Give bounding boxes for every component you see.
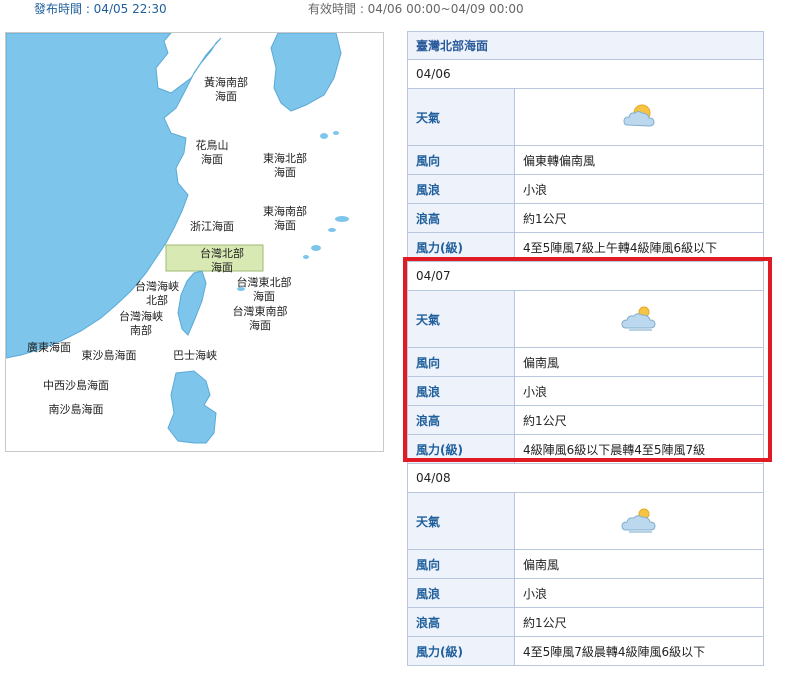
date-label: 04/07 bbox=[407, 261, 764, 291]
label-zhongxisha: 中西沙島海面 bbox=[43, 379, 109, 392]
label-taiwan-north: 台灣北部 海面 bbox=[200, 247, 244, 274]
wave-height-row: 浪高 約1公尺 bbox=[407, 203, 764, 233]
header-bar: 發布時間 : 04/05 22:30 有效時間 : 04/06 00:00~04… bbox=[0, 0, 793, 20]
publish-time: 發布時間 : 04/05 22:30 bbox=[34, 2, 167, 16]
label-taiwan-southeast: 台灣東南部 海面 bbox=[232, 305, 288, 332]
label-taiwan-strait-north: 台灣海峽 北部 bbox=[135, 280, 179, 307]
wind-dir-row: 風向 偏東轉偏南風 bbox=[407, 145, 764, 175]
wind-dir-label: 風向 bbox=[407, 145, 515, 175]
weather-label: 天氣 bbox=[407, 290, 515, 348]
region-title: 臺灣北部海面 bbox=[407, 31, 764, 60]
weather-row: 天氣 bbox=[407, 88, 764, 146]
sea-area-map: 黃海南部 海面 花鳥山 海面 東海北部 海面 東海南部 海面 浙江海面 台灣北部… bbox=[5, 32, 384, 452]
label-huanghai-south: 黃海南部 海面 bbox=[204, 76, 248, 103]
valid-time: 有效時間 : 04/06 00:00~04/09 00:00 bbox=[308, 2, 524, 16]
cloudy-icon bbox=[621, 508, 656, 533]
weather-row: 天氣 bbox=[407, 492, 764, 550]
label-taiwan-northeast: 台灣東北部 海面 bbox=[236, 276, 292, 303]
wind-force-value: 4至5陣風7級上午轉4級陣風6級以下 bbox=[514, 232, 764, 262]
wave-height-row: 浪高 約1公尺 bbox=[407, 607, 764, 637]
label-nansha: 南沙島海面 bbox=[48, 403, 104, 416]
wave-value: 小浪 bbox=[514, 376, 764, 406]
wind-dir-row: 風向 偏南風 bbox=[407, 347, 764, 377]
wind-dir-row: 風向 偏南風 bbox=[407, 549, 764, 579]
date-label: 04/06 bbox=[407, 59, 764, 89]
wave-row: 風浪 小浪 bbox=[407, 376, 764, 406]
wind-dir-value: 偏東轉偏南風 bbox=[514, 145, 764, 175]
label-guangdong: 廣東海面 bbox=[27, 341, 71, 354]
label-huaniaoshan: 花鳥山 海面 bbox=[195, 139, 229, 166]
wave-label: 風浪 bbox=[407, 376, 515, 406]
partly-cloudy-icon bbox=[623, 104, 655, 127]
wave-row: 風浪 小浪 bbox=[407, 578, 764, 608]
weather-row: 天氣 bbox=[407, 290, 764, 348]
wind-dir-value: 偏南風 bbox=[514, 347, 764, 377]
wave-row: 風浪 小浪 bbox=[407, 174, 764, 204]
wave-height-label: 浪高 bbox=[407, 203, 515, 233]
date-label: 04/08 bbox=[407, 463, 764, 493]
wind-force-row: 風力(級) 4至5陣風7級晨轉4級陣風6級以下 bbox=[407, 636, 764, 666]
peninsula bbox=[270, 33, 342, 112]
wave-height-row: 浪高 約1公尺 bbox=[407, 405, 764, 435]
region-row: 臺灣北部海面 bbox=[407, 31, 764, 60]
label-bashi: 巴士海峽 bbox=[173, 349, 217, 362]
wave-height-label: 浪高 bbox=[407, 405, 515, 435]
label-taiwan-strait-south: 台灣海峽 南部 bbox=[119, 310, 163, 337]
wind-force-row: 風力(級) 4級陣風6級以下晨轉4至5陣風7級 bbox=[407, 434, 764, 464]
wind-dir-label: 風向 bbox=[407, 347, 515, 377]
date-row: 04/06 bbox=[407, 59, 764, 89]
weather-value bbox=[514, 290, 764, 348]
wave-label: 風浪 bbox=[407, 174, 515, 204]
wind-force-value: 4至5陣風7級晨轉4級陣風6級以下 bbox=[514, 636, 764, 666]
weather-label: 天氣 bbox=[407, 492, 515, 550]
wave-height-value: 約1公尺 bbox=[514, 405, 764, 435]
wind-force-row: 風力(級) 4至5陣風7級上午轉4級陣風6級以下 bbox=[407, 232, 764, 262]
label-donghai-south: 東海南部 海面 bbox=[263, 205, 307, 232]
wave-height-value: 約1公尺 bbox=[514, 607, 764, 637]
wind-force-value: 4級陣風6級以下晨轉4至5陣風7級 bbox=[514, 434, 764, 464]
wave-height-label: 浪高 bbox=[407, 607, 515, 637]
wind-dir-label: 風向 bbox=[407, 549, 515, 579]
forecast-table: 臺灣北部海面 04/06 天氣 風向 偏東轉偏南風 風浪 小浪 浪高 約1公尺 … bbox=[407, 31, 764, 666]
wave-height-value: 約1公尺 bbox=[514, 203, 764, 233]
wind-force-label: 風力(級) bbox=[407, 232, 515, 262]
date-row: 04/07 bbox=[407, 261, 764, 291]
weather-value bbox=[514, 492, 764, 550]
cloudy-icon bbox=[621, 306, 656, 331]
weather-label: 天氣 bbox=[407, 88, 515, 146]
wind-dir-value: 偏南風 bbox=[514, 549, 764, 579]
luzon-island bbox=[167, 370, 217, 444]
weather-value bbox=[514, 88, 764, 146]
wave-value: 小浪 bbox=[514, 578, 764, 608]
label-zhejiang: 浙江海面 bbox=[190, 220, 234, 233]
wave-value: 小浪 bbox=[514, 174, 764, 204]
wind-force-label: 風力(級) bbox=[407, 636, 515, 666]
date-row: 04/08 bbox=[407, 463, 764, 493]
label-dongsha: 東沙島海面 bbox=[81, 349, 137, 362]
taiwan-island bbox=[177, 270, 207, 336]
label-donghai-north: 東海北部 海面 bbox=[263, 152, 307, 179]
wave-label: 風浪 bbox=[407, 578, 515, 608]
wind-force-label: 風力(級) bbox=[407, 434, 515, 464]
